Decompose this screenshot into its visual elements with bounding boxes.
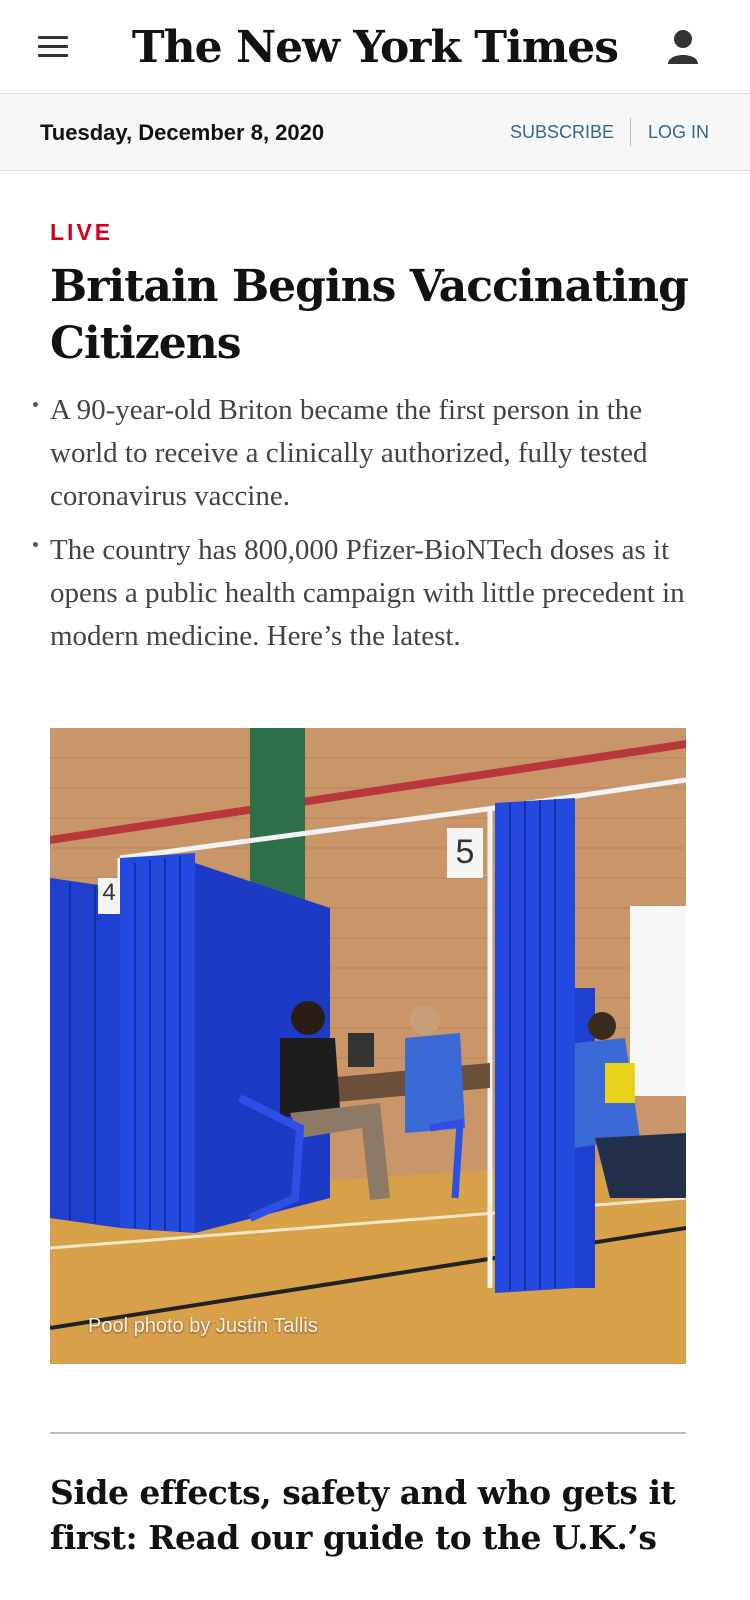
article-photo[interactable]: Pool photo by Justin Tallis 4 5	[50, 728, 686, 1364]
live-label: LIVE	[50, 219, 114, 245]
login-link[interactable]: LOG IN	[648, 122, 709, 143]
nyt-logo[interactable]: The New York Times	[0, 22, 750, 73]
section-divider	[50, 1432, 686, 1434]
link-divider	[630, 118, 631, 146]
summary-item: The country has 800,000 Pfizer-BioNTech …	[33, 529, 700, 658]
date-subscribe-bar: Tuesday, December 8, 2020 SUBSCRIBE LOG …	[0, 94, 750, 171]
subscribe-link[interactable]: SUBSCRIBE	[510, 122, 614, 143]
masthead: The New York Times	[0, 0, 750, 94]
article-summary-list: A 90-year-old Briton became the first pe…	[33, 389, 700, 669]
article-headline[interactable]: Britain Begins Vaccinating Citizens	[50, 258, 710, 372]
booth-number-5: 5	[455, 833, 475, 871]
next-story-headline[interactable]: Side effects, safety and who gets it fir…	[50, 1470, 710, 1560]
photo-credit: Pool photo by Justin Tallis	[88, 1315, 318, 1337]
summary-item: A 90-year-old Briton became the first pe…	[33, 389, 700, 518]
vaccination-center-illustration	[50, 728, 686, 1364]
booth-number-4: 4	[102, 879, 116, 906]
user-account-icon[interactable]	[666, 28, 700, 68]
current-date: Tuesday, December 8, 2020	[40, 120, 325, 145]
